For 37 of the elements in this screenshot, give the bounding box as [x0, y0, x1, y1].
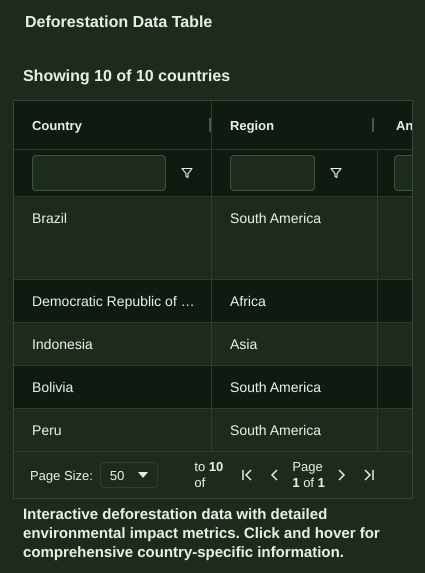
results-summary: Showing 10 of 10 countries — [23, 68, 232, 87]
filter-field[interactable] — [230, 155, 315, 191]
table-cell: South America — [230, 422, 322, 438]
filter-icon — [181, 167, 193, 179]
row-range: to 10 of — [194, 459, 224, 491]
filter-button[interactable] — [329, 166, 343, 180]
last-page-icon — [363, 469, 376, 481]
table-row[interactable]: Peru South America — [14, 409, 412, 452]
column-header[interactable]: Country — [14, 101, 212, 149]
table-row[interactable]: Indonesia Asia — [14, 323, 412, 366]
filter-icon — [330, 167, 342, 179]
table-cell: Democratic Republic of … — [32, 293, 195, 309]
filter-button[interactable] — [180, 166, 194, 180]
table-cell: Africa — [230, 293, 266, 309]
column-header[interactable]: Region — [212, 101, 378, 149]
table-cell: South America — [230, 210, 322, 226]
page-size-select[interactable]: 50 — [100, 462, 158, 488]
table-row[interactable]: Democratic Republic of … Africa — [14, 280, 412, 323]
table-cell: Brazil — [32, 210, 68, 226]
table-cell: Asia — [230, 336, 258, 352]
page-title: Deforestation Data Table — [24, 13, 214, 33]
resize-handle[interactable] — [209, 118, 211, 132]
page-size-label: Page Size: — [30, 468, 93, 482]
table-cell: Indonesia — [32, 336, 93, 352]
table-row[interactable]: Brazil South America — [14, 197, 412, 280]
page-indicator: Page 1 of 1 — [292, 459, 326, 491]
table-cell: Peru — [32, 422, 62, 438]
caret-icon — [138, 472, 148, 478]
first-page-icon — [241, 469, 254, 481]
table-row[interactable]: Bolivia South America — [14, 366, 412, 409]
resize-handle[interactable] — [372, 118, 374, 132]
table-cell: South America — [230, 379, 322, 395]
filter-field[interactable] — [32, 155, 166, 191]
first-page-button[interactable] — [240, 468, 254, 482]
table-description: Interactive deforestation data with detailed environmental impact metrics. Click and hover for comprehensive country-specific information. — [23, 505, 381, 562]
table-cell: Bolivia — [32, 379, 74, 395]
last-page-button[interactable] — [362, 468, 376, 482]
